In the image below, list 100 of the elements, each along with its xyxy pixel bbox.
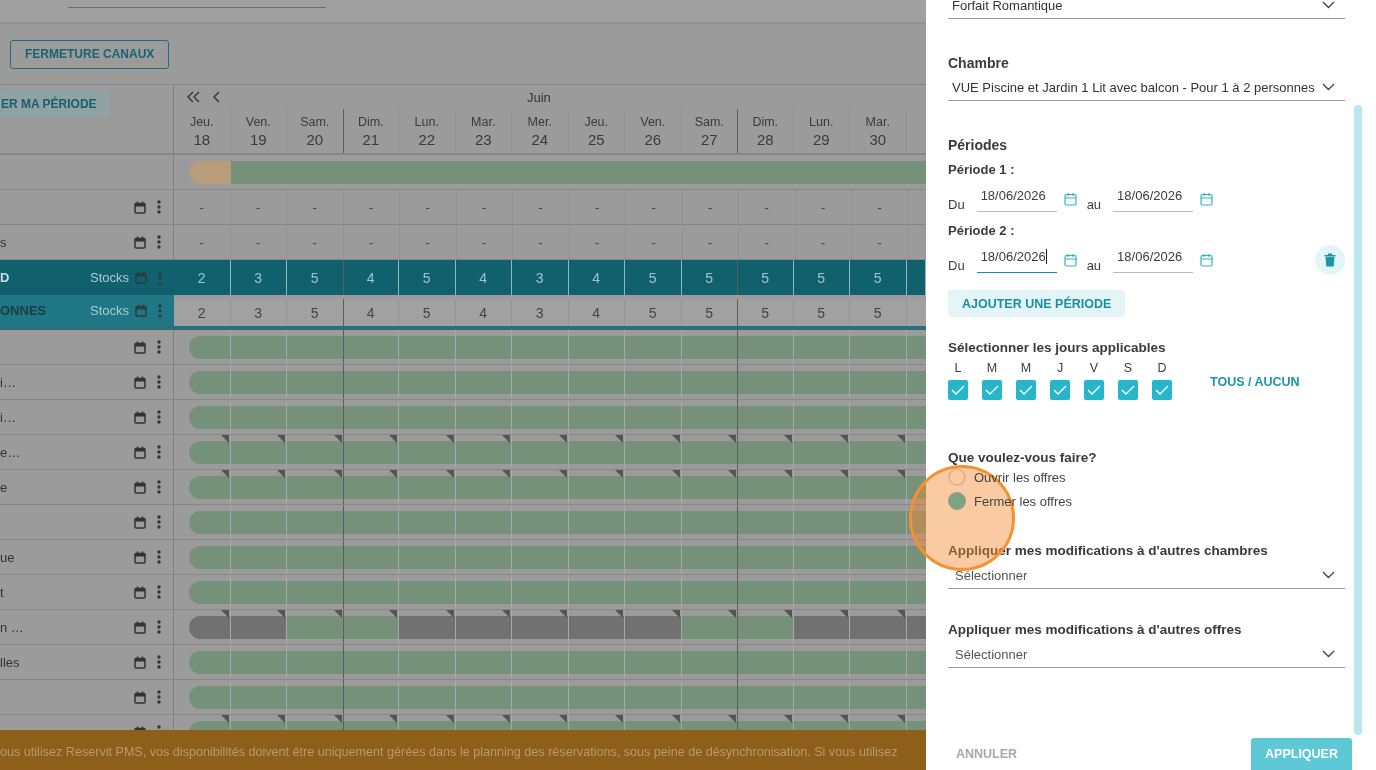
offer-status-segment[interactable] (681, 580, 737, 604)
offer-status-segment[interactable] (399, 440, 455, 464)
stock-cell[interactable]: 5 (761, 304, 770, 321)
offer-status-segment[interactable] (738, 580, 793, 604)
offer-status-segment[interactable] (399, 335, 455, 359)
checkbox[interactable] (1016, 380, 1036, 400)
stock-cell[interactable]: 2 (197, 304, 206, 321)
offer-status-segment[interactable] (230, 335, 286, 359)
calendar-icon[interactable] (134, 515, 146, 529)
offer-status-segment[interactable] (850, 580, 906, 604)
offer-status-segment[interactable] (455, 440, 511, 464)
date-field[interactable]: 18/06/2026 (976, 186, 1057, 212)
offer-status-segment[interactable] (189, 405, 230, 429)
checkbox[interactable] (982, 380, 1002, 400)
offer-status-segment[interactable] (189, 650, 230, 674)
offer-status-segment[interactable] (850, 615, 906, 639)
stock-cell[interactable]: 5 (761, 269, 770, 286)
offer-status-segment[interactable] (512, 405, 568, 429)
calendar-icon[interactable] (134, 480, 146, 494)
offer-status-segment[interactable] (343, 475, 398, 499)
offer-status-segment[interactable] (738, 440, 793, 464)
offer-status-segment[interactable] (625, 650, 681, 674)
offer-status-segment[interactable] (738, 510, 793, 534)
chevron-left-icon[interactable] (212, 91, 220, 103)
offer-status-segment[interactable] (455, 580, 511, 604)
offer-status-segment[interactable] (455, 650, 511, 674)
calendar-icon[interactable] (134, 585, 146, 599)
offer-status-segment[interactable] (287, 650, 343, 674)
offer-status-segment[interactable] (793, 405, 849, 429)
offer-status-segment[interactable] (738, 405, 793, 429)
offer-status-segment[interactable] (568, 510, 624, 534)
offer-status-segment[interactable] (189, 615, 230, 639)
offer-status-segment[interactable] (230, 580, 286, 604)
stock-cell[interactable]: 5 (648, 304, 657, 321)
radio-button[interactable] (948, 468, 966, 486)
offer-status-segment[interactable] (793, 580, 849, 604)
offer-status-segment[interactable] (738, 685, 793, 709)
offer-status-segment[interactable] (625, 685, 681, 709)
offer-status-segment[interactable] (738, 615, 793, 639)
stock-cell[interactable]: 5 (817, 304, 826, 321)
offer-status-segment[interactable] (625, 580, 681, 604)
calendar-icon[interactable] (134, 340, 146, 354)
offer-status-segment[interactable] (738, 650, 793, 674)
offer-status-segment[interactable] (189, 475, 230, 499)
calendar-icon[interactable] (134, 655, 146, 669)
offer-status-segment[interactable] (625, 615, 681, 639)
offer-status-segment[interactable] (230, 370, 286, 394)
offer-status-segment[interactable] (625, 545, 681, 569)
stock-cell[interactable]: 5 (422, 269, 431, 286)
offer-status-segment[interactable] (850, 335, 906, 359)
more-options-icon[interactable] (157, 620, 161, 634)
offer-status-segment[interactable] (793, 615, 849, 639)
offer-status-segment[interactable] (850, 405, 906, 429)
calendar-icon[interactable] (134, 200, 146, 214)
stock-cell[interactable]: 4 (592, 269, 601, 286)
rooms-dropdown[interactable]: Sélectionner (948, 562, 1345, 589)
offer-status-segment[interactable] (512, 685, 568, 709)
calendar-icon[interactable] (134, 410, 146, 424)
offer-status-segment[interactable] (793, 650, 849, 674)
offer-status-segment[interactable] (793, 370, 849, 394)
offer-status-segment[interactable] (287, 510, 343, 534)
more-options-icon[interactable] (157, 375, 161, 389)
offer-status-segment[interactable] (793, 475, 849, 499)
offer-status-segment[interactable] (850, 370, 906, 394)
offer-status-segment[interactable] (343, 580, 398, 604)
offer-status-segment[interactable] (625, 475, 681, 499)
stock-cell[interactable]: 4 (366, 304, 375, 321)
offer-status-segment[interactable] (568, 615, 624, 639)
offer-status-segment[interactable] (793, 440, 849, 464)
offer-status-segment[interactable] (681, 650, 737, 674)
room-dropdown[interactable]: VUE Piscine et Jardin 1 Lit avec balcon - Pour 1 à 2 personnes (948, 74, 1345, 101)
stock-cell[interactable]: 5 (648, 269, 657, 286)
calendar-icon[interactable] (1063, 253, 1077, 267)
offer-status-segment[interactable] (681, 510, 737, 534)
offer-status-segment[interactable] (287, 335, 343, 359)
more-options-icon[interactable] (157, 585, 161, 599)
offer-status-segment[interactable] (455, 370, 511, 394)
offer-status-segment[interactable] (850, 545, 906, 569)
offer-status-segment[interactable] (512, 580, 568, 604)
offer-status-segment[interactable] (681, 440, 737, 464)
offer-status-segment[interactable] (189, 335, 230, 359)
offer-status-segment[interactable] (189, 685, 230, 709)
calendar-icon[interactable] (134, 690, 146, 704)
offer-status-segment[interactable] (681, 545, 737, 569)
more-options-icon[interactable] (157, 200, 161, 214)
offer-status-segment[interactable] (287, 615, 343, 639)
offer-status-segment[interactable] (189, 510, 230, 534)
offer-status-segment[interactable] (681, 685, 737, 709)
stock-cell[interactable]: 3 (535, 269, 544, 286)
offer-status-segment[interactable] (455, 335, 511, 359)
stock-cell[interactable]: 5 (705, 304, 714, 321)
offer-status-segment[interactable] (850, 510, 906, 534)
offer-status-segment[interactable] (230, 440, 286, 464)
offer-status-segment[interactable] (287, 580, 343, 604)
offer-status-segment[interactable] (189, 370, 230, 394)
offer-status-segment[interactable] (230, 650, 286, 674)
stock-cell[interactable]: 5 (873, 269, 882, 286)
checkbox[interactable] (1118, 380, 1138, 400)
delete-button[interactable] (1315, 245, 1345, 275)
offer-status-segment[interactable] (625, 405, 681, 429)
